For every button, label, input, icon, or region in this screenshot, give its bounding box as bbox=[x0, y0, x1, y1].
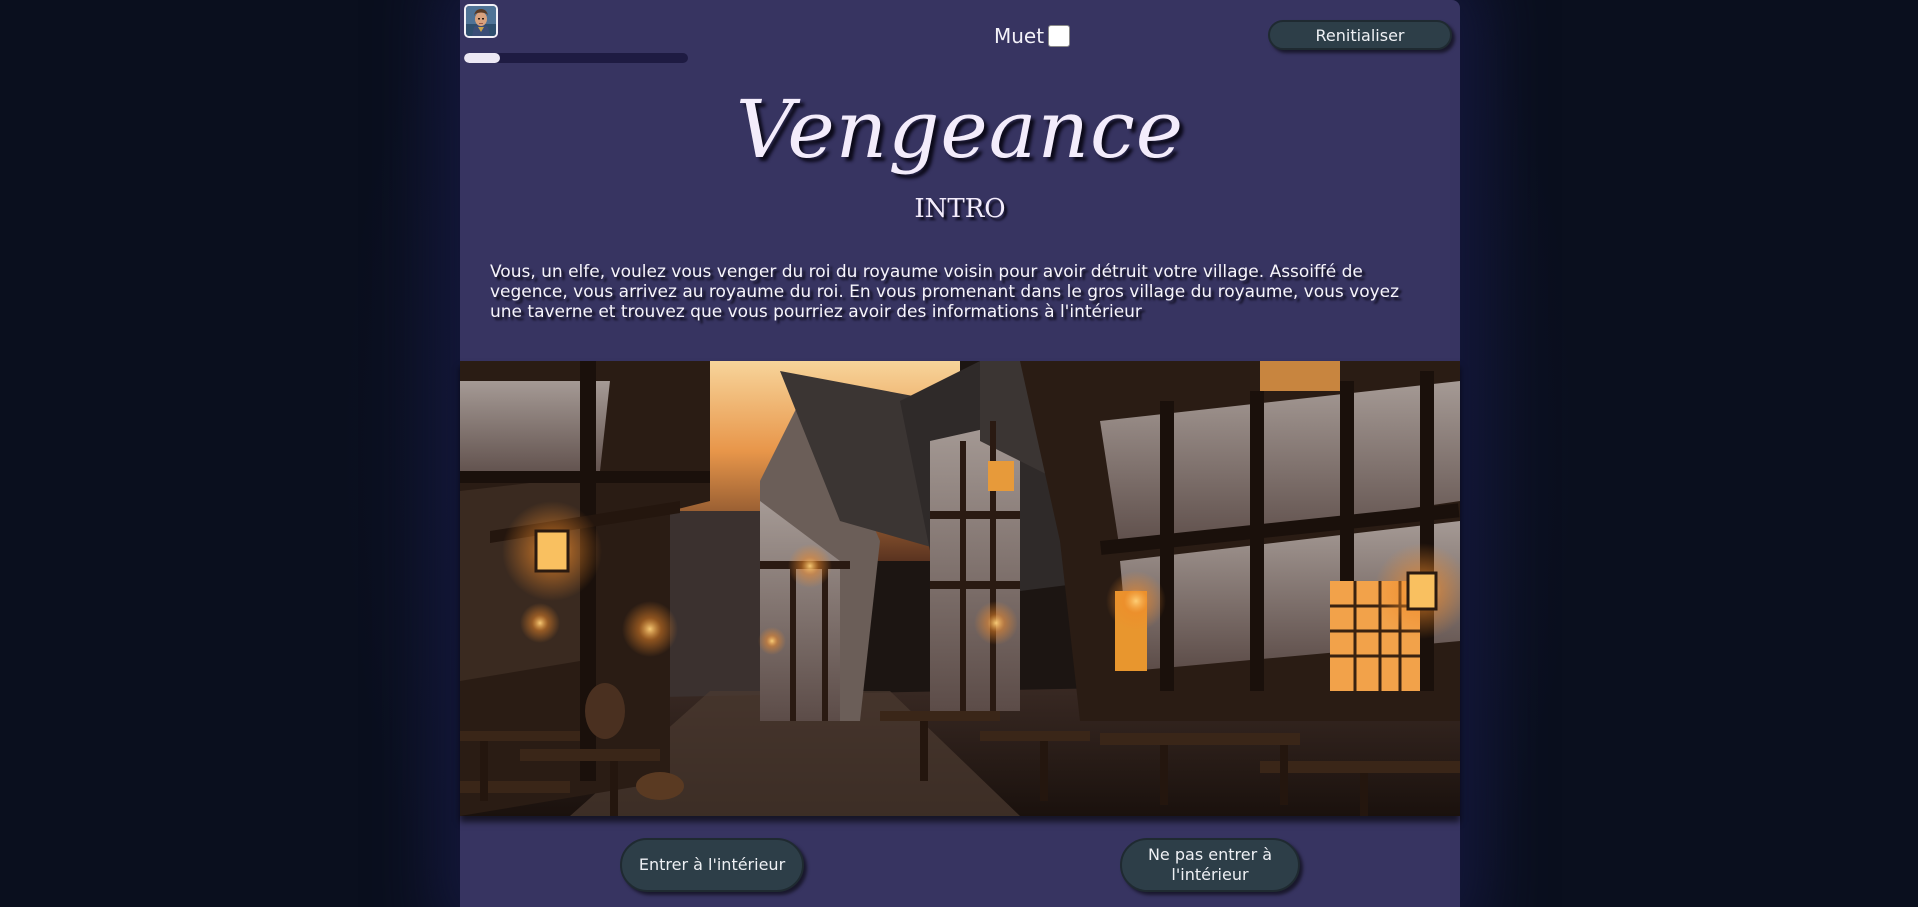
mute-label: Muet bbox=[994, 24, 1045, 48]
mute-toggle[interactable]: Muet bbox=[994, 24, 1071, 48]
chapter-title: INTRO bbox=[914, 194, 1006, 224]
mute-checkbox[interactable] bbox=[1048, 25, 1071, 47]
choice-button-enter[interactable]: Entrer à l'intérieur bbox=[620, 838, 804, 892]
reset-button[interactable]: Renitialiser bbox=[1268, 20, 1452, 50]
game-title: Vengeance bbox=[735, 83, 1185, 176]
progress-bar bbox=[464, 53, 688, 63]
elf-portrait-icon bbox=[466, 6, 496, 36]
game-panel: Muet Renitialiser Vengeance INTRO Vous, … bbox=[460, 0, 1460, 907]
choice-button-stay-outside[interactable]: Ne pas entrer à l'intérieur bbox=[1120, 838, 1300, 892]
story-text: Vous, un elfe, voulez vous venger du roi… bbox=[490, 262, 1400, 322]
player-avatar[interactable] bbox=[464, 4, 498, 38]
progress-fill bbox=[464, 53, 500, 63]
scene-image bbox=[460, 361, 1460, 816]
